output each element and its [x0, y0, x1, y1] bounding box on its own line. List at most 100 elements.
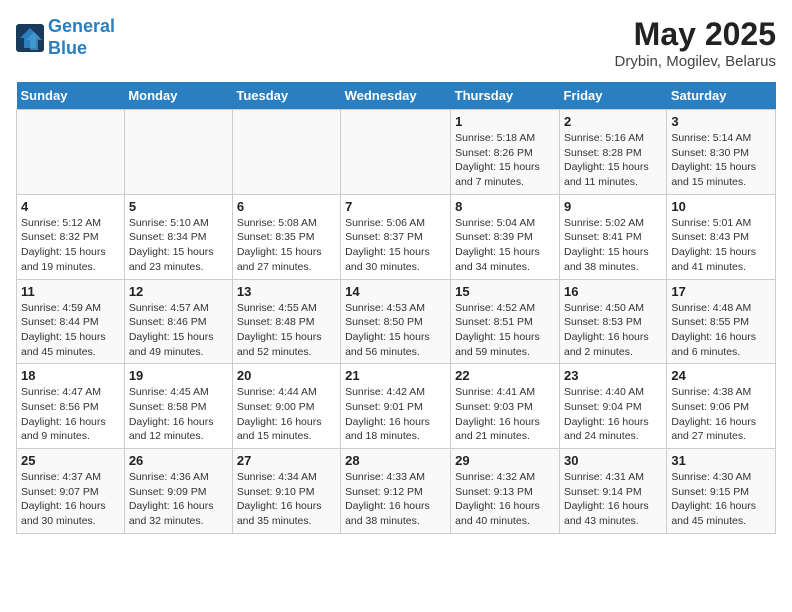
day-cell: [124, 110, 232, 195]
day-info: Sunrise: 4:42 AM Sunset: 9:01 PM Dayligh…: [345, 385, 446, 444]
day-number: 15: [455, 284, 555, 299]
day-info: Sunrise: 5:08 AM Sunset: 8:35 PM Dayligh…: [237, 216, 336, 275]
week-row-2: 4 Sunrise: 5:12 AM Sunset: 8:32 PM Daylig…: [17, 194, 776, 279]
logo-line2: Blue: [48, 38, 87, 58]
day-cell: 26 Sunrise: 4:36 AM Sunset: 9:09 PM Dayli…: [124, 449, 232, 534]
day-number: 25: [21, 453, 120, 468]
day-cell: 28 Sunrise: 4:33 AM Sunset: 9:12 PM Dayli…: [341, 449, 451, 534]
day-cell: 16Sunrise: 4:50 AM Sunset: 8:53 PM Dayli…: [559, 279, 666, 364]
day-info: Sunrise: 4:59 AM Sunset: 8:44 PM Dayligh…: [21, 301, 120, 360]
day-cell: 15 Sunrise: 4:52 AM Sunset: 8:51 PM Dayli…: [451, 279, 560, 364]
day-cell: 3Sunrise: 5:14 AM Sunset: 8:30 PM Daylig…: [667, 110, 776, 195]
day-cell: 20Sunrise: 4:44 AM Sunset: 9:00 PM Dayli…: [232, 364, 340, 449]
day-number: 2: [564, 114, 662, 129]
day-cell: 5 Sunrise: 5:10 AM Sunset: 8:34 PM Daylig…: [124, 194, 232, 279]
day-cell: 17 Sunrise: 4:48 AM Sunset: 8:55 PM Dayli…: [667, 279, 776, 364]
day-cell: 25 Sunrise: 4:37 AM Sunset: 9:07 PM Dayli…: [17, 449, 125, 534]
day-cell: 31 Sunrise: 4:30 AM Sunset: 9:15 PM Dayli…: [667, 449, 776, 534]
day-info: Sunrise: 5:10 AM Sunset: 8:34 PM Dayligh…: [129, 216, 228, 275]
day-cell: 22 Sunrise: 4:41 AM Sunset: 9:03 PM Dayli…: [451, 364, 560, 449]
day-number: 29: [455, 453, 555, 468]
location-subtitle: Drybin, Mogilev, Belarus: [615, 53, 776, 70]
day-info: Sunrise: 4:41 AM Sunset: 9:03 PM Dayligh…: [455, 385, 555, 444]
day-info: Sunrise: 5:16 AM Sunset: 8:28 PM Dayligh…: [564, 131, 662, 190]
day-info: Sunrise: 5:01 AM Sunset: 8:43 PM Dayligh…: [671, 216, 771, 275]
day-number: 28: [345, 453, 446, 468]
day-info: Sunrise: 4:50 AM Sunset: 8:53 PM Dayligh…: [564, 301, 662, 360]
day-info: Sunrise: 5:18 AM Sunset: 8:26 PM Dayligh…: [455, 131, 555, 190]
day-cell: [341, 110, 451, 195]
day-cell: [17, 110, 125, 195]
day-cell: 10 Sunrise: 5:01 AM Sunset: 8:43 PM Dayli…: [667, 194, 776, 279]
week-row-5: 25 Sunrise: 4:37 AM Sunset: 9:07 PM Dayli…: [17, 449, 776, 534]
day-info: Sunrise: 4:38 AM Sunset: 9:06 PM Dayligh…: [671, 385, 771, 444]
day-info: Sunrise: 4:47 AM Sunset: 8:56 PM Dayligh…: [21, 385, 120, 444]
day-number: 1: [455, 114, 555, 129]
week-row-1: 1 Sunrise: 5:18 AM Sunset: 8:26 PM Daylig…: [17, 110, 776, 195]
day-number: 13: [237, 284, 336, 299]
day-info: Sunrise: 4:33 AM Sunset: 9:12 PM Dayligh…: [345, 470, 446, 529]
day-number: 11: [21, 284, 120, 299]
day-cell: [232, 110, 340, 195]
day-number: 17: [671, 284, 771, 299]
day-info: Sunrise: 4:53 AM Sunset: 8:50 PM Dayligh…: [345, 301, 446, 360]
title-block: May 2025 Drybin, Mogilev, Belarus: [615, 16, 776, 70]
day-info: Sunrise: 4:36 AM Sunset: 9:09 PM Dayligh…: [129, 470, 228, 529]
logo-text: General Blue: [48, 16, 115, 59]
day-info: Sunrise: 4:44 AM Sunset: 9:00 PM Dayligh…: [237, 385, 336, 444]
day-number: 30: [564, 453, 662, 468]
day-cell: 24 Sunrise: 4:38 AM Sunset: 9:06 PM Dayli…: [667, 364, 776, 449]
day-cell: 29 Sunrise: 4:32 AM Sunset: 9:13 PM Dayli…: [451, 449, 560, 534]
day-number: 31: [671, 453, 771, 468]
day-info: Sunrise: 4:37 AM Sunset: 9:07 PM Dayligh…: [21, 470, 120, 529]
day-info: Sunrise: 4:31 AM Sunset: 9:14 PM Dayligh…: [564, 470, 662, 529]
day-number: 6: [237, 199, 336, 214]
day-number: 24: [671, 368, 771, 383]
day-info: Sunrise: 5:06 AM Sunset: 8:37 PM Dayligh…: [345, 216, 446, 275]
day-info: Sunrise: 4:30 AM Sunset: 9:15 PM Dayligh…: [671, 470, 771, 529]
weekday-header-saturday: Saturday: [667, 82, 776, 110]
logo-line1: General: [48, 16, 115, 36]
day-number: 4: [21, 199, 120, 214]
weekday-header-row: SundayMondayTuesdayWednesdayThursdayFrid…: [17, 82, 776, 110]
day-number: 22: [455, 368, 555, 383]
day-number: 26: [129, 453, 228, 468]
day-cell: 21 Sunrise: 4:42 AM Sunset: 9:01 PM Dayli…: [341, 364, 451, 449]
logo: General Blue: [16, 16, 115, 59]
weekday-header-sunday: Sunday: [17, 82, 125, 110]
day-number: 21: [345, 368, 446, 383]
day-cell: 9 Sunrise: 5:02 AM Sunset: 8:41 PM Daylig…: [559, 194, 666, 279]
day-info: Sunrise: 5:12 AM Sunset: 8:32 PM Dayligh…: [21, 216, 120, 275]
day-cell: 6 Sunrise: 5:08 AM Sunset: 8:35 PM Daylig…: [232, 194, 340, 279]
day-number: 9: [564, 199, 662, 214]
weekday-header-friday: Friday: [559, 82, 666, 110]
logo-icon: [16, 24, 44, 52]
day-info: Sunrise: 4:52 AM Sunset: 8:51 PM Dayligh…: [455, 301, 555, 360]
day-cell: 19 Sunrise: 4:45 AM Sunset: 8:58 PM Dayli…: [124, 364, 232, 449]
calendar-table: SundayMondayTuesdayWednesdayThursdayFrid…: [16, 82, 776, 534]
day-cell: 27 Sunrise: 4:34 AM Sunset: 9:10 PM Dayli…: [232, 449, 340, 534]
day-cell: 18Sunrise: 4:47 AM Sunset: 8:56 PM Dayli…: [17, 364, 125, 449]
week-row-3: 11 Sunrise: 4:59 AM Sunset: 8:44 PM Dayli…: [17, 279, 776, 364]
day-number: 27: [237, 453, 336, 468]
day-info: Sunrise: 4:40 AM Sunset: 9:04 PM Dayligh…: [564, 385, 662, 444]
weekday-header-wednesday: Wednesday: [341, 82, 451, 110]
day-info: Sunrise: 4:57 AM Sunset: 8:46 PM Dayligh…: [129, 301, 228, 360]
day-number: 14: [345, 284, 446, 299]
day-info: Sunrise: 5:02 AM Sunset: 8:41 PM Dayligh…: [564, 216, 662, 275]
day-info: Sunrise: 4:32 AM Sunset: 9:13 PM Dayligh…: [455, 470, 555, 529]
day-cell: 4 Sunrise: 5:12 AM Sunset: 8:32 PM Daylig…: [17, 194, 125, 279]
day-cell: 8Sunrise: 5:04 AM Sunset: 8:39 PM Daylig…: [451, 194, 560, 279]
day-number: 23: [564, 368, 662, 383]
day-info: Sunrise: 4:48 AM Sunset: 8:55 PM Dayligh…: [671, 301, 771, 360]
page-header: General Blue May 2025 Drybin, Mogilev, B…: [16, 16, 776, 70]
weekday-header-thursday: Thursday: [451, 82, 560, 110]
day-info: Sunrise: 4:45 AM Sunset: 8:58 PM Dayligh…: [129, 385, 228, 444]
day-number: 19: [129, 368, 228, 383]
day-number: 10: [671, 199, 771, 214]
day-number: 5: [129, 199, 228, 214]
day-info: Sunrise: 5:04 AM Sunset: 8:39 PM Dayligh…: [455, 216, 555, 275]
day-cell: 7Sunrise: 5:06 AM Sunset: 8:37 PM Daylig…: [341, 194, 451, 279]
day-info: Sunrise: 4:34 AM Sunset: 9:10 PM Dayligh…: [237, 470, 336, 529]
day-cell: 13Sunrise: 4:55 AM Sunset: 8:48 PM Dayli…: [232, 279, 340, 364]
